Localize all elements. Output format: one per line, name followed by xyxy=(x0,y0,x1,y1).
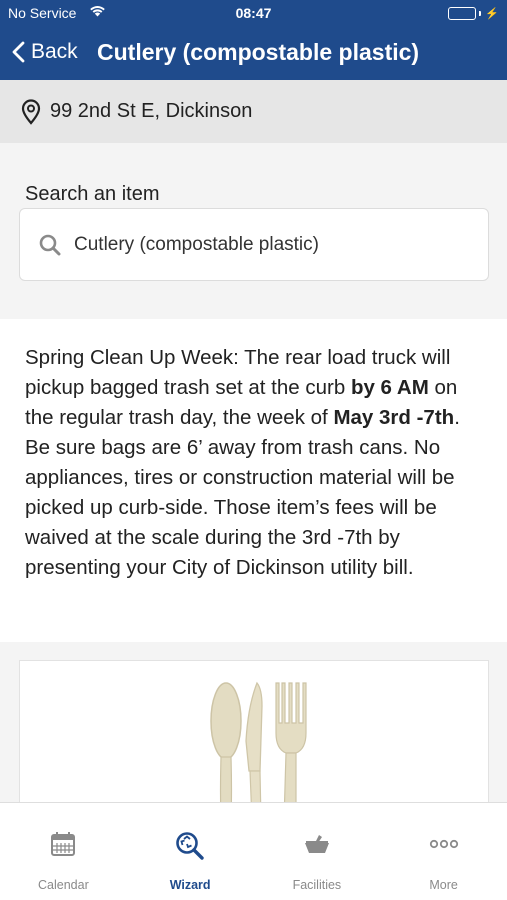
battery-icon: ⚡ xyxy=(448,7,499,20)
search-icon xyxy=(39,234,61,255)
chevron-left-icon xyxy=(12,41,25,63)
cutlery-image xyxy=(210,681,307,819)
tab-wizard[interactable]: Wizard xyxy=(127,803,254,900)
notice-text: Spring Clean Up Week: The rear load truc… xyxy=(0,319,507,642)
notice-bold-dates: May 3rd -7th xyxy=(333,406,455,429)
location-pin-icon xyxy=(21,98,41,125)
page-title: Cutlery (compostable plastic) xyxy=(97,39,420,65)
tab-calendar[interactable]: Calendar xyxy=(0,803,127,900)
tab-more[interactable]: More xyxy=(380,803,507,900)
notice-part-3: . Be sure bags are 6’ away from trash ca… xyxy=(25,406,460,579)
tab-label-calendar: Calendar xyxy=(38,878,89,892)
more-dots-icon xyxy=(429,839,458,849)
tab-label-facilities: Facilities xyxy=(292,878,342,892)
address-text: 99 2nd St E, Dickinson xyxy=(50,100,253,122)
search-label: Search an item xyxy=(25,183,160,205)
tab-label-wizard: Wizard xyxy=(169,878,211,892)
tab-label-more: More xyxy=(429,878,458,892)
item-image-card xyxy=(19,660,489,820)
address-bar[interactable]: 99 2nd St E, Dickinson xyxy=(0,80,507,143)
navigation-bar: Back Cutlery (compostable plastic) xyxy=(0,28,507,80)
back-label: Back xyxy=(31,40,78,63)
status-bar: No Service 08:47 ⚡ xyxy=(0,0,507,28)
search-section: Search an item xyxy=(0,143,507,319)
notice-bold-time: by 6 AM xyxy=(350,376,429,399)
back-button[interactable]: Back xyxy=(12,40,78,64)
wizard-recycle-search-icon xyxy=(176,832,204,860)
clock: 08:47 xyxy=(235,5,272,21)
search-input[interactable] xyxy=(74,233,454,256)
tab-facilities[interactable]: Facilities xyxy=(254,803,381,900)
charging-bolt-icon: ⚡ xyxy=(485,8,499,20)
image-section xyxy=(0,642,507,820)
tab-bar: Calendar Wizard Facilities More xyxy=(0,802,507,900)
header: No Service 08:47 ⚡ Back Cutlery (compost… xyxy=(0,0,507,80)
search-box[interactable] xyxy=(19,208,489,281)
calendar-icon xyxy=(51,832,76,856)
facilities-bin-icon xyxy=(304,835,329,853)
